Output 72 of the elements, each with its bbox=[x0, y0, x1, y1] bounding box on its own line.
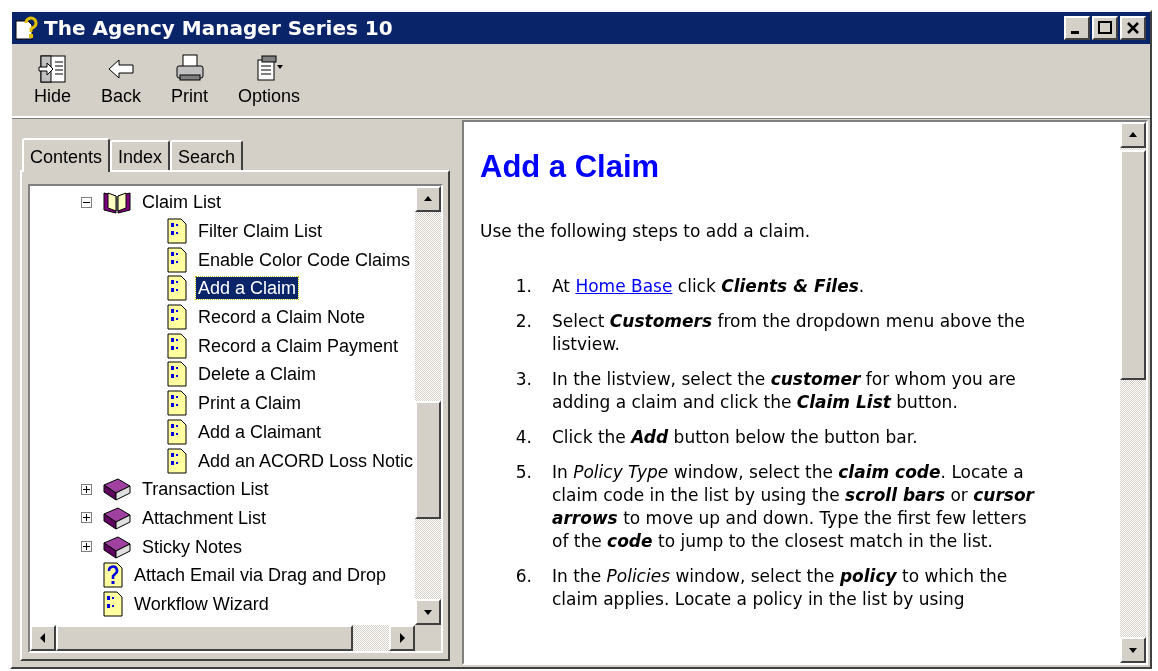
book-icon bbox=[102, 534, 132, 559]
step-text: In Policy Type window, select the claim code. Locate a claim code in the list by using the scroll bars or cursor arrows to move up and down. Type the first few letters of the code to jump to the closest match in the list. bbox=[552, 461, 1036, 553]
toolbar-button[interactable]: Back bbox=[95, 53, 148, 107]
step-number: 1. bbox=[514, 275, 533, 298]
expand-toggle[interactable] bbox=[80, 512, 92, 524]
minimize-button[interactable] bbox=[1064, 16, 1090, 40]
tab[interactable]: Index bbox=[110, 140, 171, 170]
close-icon bbox=[1125, 21, 1141, 35]
tree-item[interactable]: Enable Color Code Claims bbox=[196, 248, 413, 271]
maximize-button[interactable] bbox=[1092, 16, 1118, 40]
help-page-icon bbox=[102, 562, 124, 589]
tab[interactable]: Contents bbox=[22, 138, 111, 172]
expand-toggle[interactable] bbox=[80, 483, 92, 495]
numbered-page-icon bbox=[102, 590, 124, 617]
tree-item[interactable]: Add a Claim bbox=[196, 277, 299, 300]
numbered-page-icon bbox=[166, 332, 188, 359]
intro-text: Use the following steps to add a claim. bbox=[480, 220, 812, 243]
tree-item[interactable]: Record a Claim Payment bbox=[196, 334, 401, 357]
numbered-page-icon bbox=[166, 275, 188, 302]
step-number: 4. bbox=[514, 426, 533, 449]
tree-item[interactable]: Add a Claimant bbox=[196, 420, 324, 443]
tree-item[interactable]: Workflow Wizard bbox=[132, 592, 271, 615]
numbered-page-icon bbox=[166, 447, 188, 474]
tree-item[interactable]: Attach Email via Drag and Drop bbox=[132, 564, 389, 587]
tree-item[interactable]: Delete a Claim bbox=[196, 363, 319, 386]
numbered-page-icon bbox=[166, 218, 188, 245]
step-text: In the listview, select the customer for whom you are adding a claim and click the Claim List button. bbox=[552, 368, 1017, 414]
book-icon bbox=[102, 505, 132, 530]
tree-item[interactable]: Claim List bbox=[140, 191, 223, 214]
scroll-up-button[interactable] bbox=[415, 186, 442, 212]
step-text: At Home Base click Clients & Files. bbox=[552, 275, 866, 298]
tree-item[interactable]: Add an ACORD Loss Notic bbox=[196, 449, 416, 472]
scroll-left-button[interactable] bbox=[30, 625, 56, 651]
scroll-up-button[interactable] bbox=[1120, 122, 1146, 148]
article-title: Add a Claim bbox=[480, 148, 661, 186]
scroll-right-button[interactable] bbox=[389, 625, 416, 651]
help-app-icon bbox=[14, 15, 40, 41]
expand-toggle[interactable] bbox=[80, 541, 92, 553]
step-text: Click the Add button below the button bar. bbox=[552, 426, 919, 449]
toolbar-button[interactable]: Print bbox=[165, 53, 215, 107]
step-number: 3. bbox=[514, 368, 533, 391]
collapse-toggle[interactable] bbox=[80, 196, 92, 208]
minimize-icon bbox=[1071, 31, 1079, 34]
toolbar-button[interactable]: Hide bbox=[28, 53, 78, 107]
scroll-down-button[interactable] bbox=[1120, 637, 1146, 663]
numbered-page-icon bbox=[166, 304, 188, 331]
tree-item[interactable]: Print a Claim bbox=[196, 392, 304, 415]
maximize-icon bbox=[1097, 21, 1113, 35]
tree-item[interactable]: Transaction List bbox=[140, 478, 271, 501]
home-base-link[interactable]: Home Base bbox=[575, 276, 673, 296]
pane-icon bbox=[36, 53, 69, 85]
tree-item[interactable]: Attachment List bbox=[140, 506, 269, 529]
numbered-page-icon bbox=[166, 361, 188, 388]
window-title: The Agency Manager Series 10 bbox=[44, 15, 394, 42]
tree-item[interactable]: Record a Claim Note bbox=[196, 306, 368, 329]
tree-item[interactable]: Sticky Notes bbox=[140, 535, 245, 558]
numbered-page-icon bbox=[166, 418, 188, 445]
close-button[interactable] bbox=[1120, 16, 1146, 40]
step-number: 6. bbox=[514, 565, 533, 588]
numbered-page-icon bbox=[166, 390, 188, 417]
step-text: Select Customers from the dropdown menu above the listview. bbox=[552, 310, 1027, 356]
open-book-icon bbox=[102, 190, 132, 215]
step-number: 2. bbox=[514, 310, 533, 333]
toolbar-button[interactable]: Options bbox=[232, 53, 307, 107]
tree-item[interactable]: Filter Claim List bbox=[196, 220, 324, 243]
step-number: 5. bbox=[514, 461, 533, 484]
tab[interactable]: Search bbox=[170, 140, 244, 170]
numbered-page-icon bbox=[166, 246, 188, 273]
scroll-down-button[interactable] bbox=[415, 599, 442, 625]
book-icon bbox=[102, 477, 132, 502]
scrollbar-corner bbox=[415, 625, 442, 651]
step-text: In the Policies window, select the policy to which the claim applies. Locate a policy in the list by using bbox=[552, 565, 1009, 611]
